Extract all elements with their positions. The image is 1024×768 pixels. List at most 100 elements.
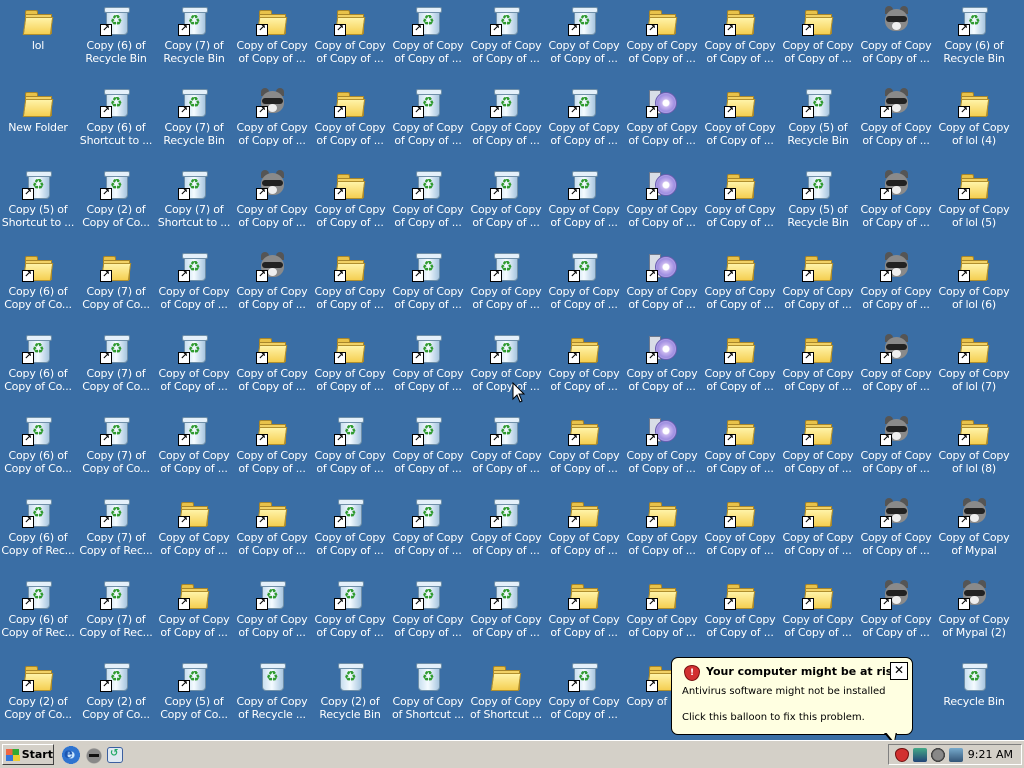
desktop-icon[interactable]: ↗ Copy of Copy of Copy of ... xyxy=(312,246,388,318)
desktop-icon[interactable]: ♻ ↗ Copy of Copy of Copy of ... xyxy=(468,574,544,646)
desktop-icon[interactable]: ♻ ↗ Copy (7) of Copy of Rec... xyxy=(78,574,154,646)
volume-icon[interactable] xyxy=(931,748,945,762)
desktop-icon[interactable]: ↗ Copy of Copy of Copy of ... xyxy=(156,574,232,646)
desktop-icon[interactable]: ♻ ↗ Copy (6) of Copy of Co... xyxy=(0,328,76,400)
desktop-icon[interactable]: ♻↗ Copy (7) of Recycle Bin (5) xyxy=(156,0,232,72)
desktop-icon[interactable]: ♻ ↗ Copy of Copy of Copy of ... xyxy=(468,164,544,236)
desktop-icon[interactable]: ↗ Copy of Copy of lol (7) xyxy=(936,328,1012,400)
desktop-icon[interactable]: ♻ ↗ Copy of Copy of Copy of ... xyxy=(234,574,310,646)
desktop-icon[interactable]: ↗ Copy of Copy of Copy of ... xyxy=(312,164,388,236)
desktop-icon[interactable]: ↗ Copy of Copy of Copy of ... xyxy=(702,246,778,318)
desktop-icon[interactable]: ♻ ↗ Copy (2) of Copy of Co... xyxy=(78,164,154,236)
desktop-icon[interactable]: ↗ Copy of Copy of Copy of ... xyxy=(234,410,310,482)
desktop-icon[interactable]: ↗ Copy of Copy of Copy of ... xyxy=(546,328,622,400)
network-icon[interactable] xyxy=(913,748,927,762)
desktop-icon[interactable]: ↗ Copy of Copy of Copy of ... xyxy=(858,246,934,318)
desktop-icon[interactable]: ↗ Copy of Copy of lol (5) xyxy=(936,164,1012,236)
desktop-icon[interactable]: ♻ Copy of Copy of Recycle ... xyxy=(234,656,310,728)
desktop-icon[interactable]: ♻ ↗ Copy of Copy of Copy of ... xyxy=(156,246,232,318)
desktop-icon[interactable]: ♻ ↗ Copy of Copy of Copy of ... xyxy=(468,492,544,564)
desktop-icon[interactable]: ↗ Copy of Copy of Copy of ... xyxy=(702,410,778,482)
desktop-icon[interactable]: ↗ Copy of Copy of Copy of ... xyxy=(624,328,700,400)
desktop-icon[interactable]: ↗ Copy of Copy of Copy of ... xyxy=(702,574,778,646)
desktop-icon[interactable]: ↗ Copy of Copy of Copy of ... xyxy=(234,328,310,400)
display-icon[interactable] xyxy=(949,748,963,762)
security-balloon-notification[interactable]: ! Your computer might be at risk Antivir… xyxy=(671,657,913,745)
desktop-icon[interactable]: ↗ Copy of Copy of Copy of ... xyxy=(858,82,934,154)
mypal-icon[interactable] xyxy=(85,746,103,764)
desktop-icon[interactable]: ↗ Copy of Copy of Copy of ... xyxy=(858,328,934,400)
desktop-icon[interactable]: ↗ Copy of Copy of Copy of ... xyxy=(702,0,778,72)
desktop-icon[interactable]: ♻↗ Copy (7) of Recycle Bin (6) xyxy=(156,82,232,154)
desktop-icon[interactable]: ↗ Copy of Copy of Copy of ... xyxy=(624,574,700,646)
desktop-icon[interactable]: Copy of Copy of Copy of ... xyxy=(858,0,934,72)
desktop-icon[interactable]: ↗ Copy of Copy of Mypal xyxy=(936,492,1012,564)
desktop-icon[interactable]: ♻ ↗ Copy of Copy of Copy of ... xyxy=(390,328,466,400)
desktop-icon[interactable]: ♻ ↗ Copy (7) of Copy of Rec... xyxy=(78,492,154,564)
desktop-icon[interactable]: ♻ ↗ Copy of Copy of Copy of ... xyxy=(156,328,232,400)
desktop-icon[interactable]: New Folder xyxy=(0,82,76,154)
desktop-icon[interactable]: ↗ Copy of Copy of Mypal (2) xyxy=(936,574,1012,646)
desktop-icon[interactable]: ♻ ↗ Copy (6) of Shortcut to ... xyxy=(78,82,154,154)
desktop-icon[interactable]: ♻ ↗ Copy of Copy of Copy of ... xyxy=(390,0,466,72)
desktop-icon[interactable]: ↗ Copy of Copy of Copy of ... xyxy=(312,82,388,154)
desktop-icon[interactable]: ♻ ↗ Copy (7) of Copy of Co... xyxy=(78,328,154,400)
desktop-icon[interactable]: ♻ ↗ Copy (5) of Copy of Co... xyxy=(156,656,232,728)
desktop-icon[interactable]: ♻ ↗ Copy of Copy of Copy of ... xyxy=(156,410,232,482)
desktop-icon[interactable]: ↗ Copy (2) of Copy of Co... xyxy=(0,656,76,728)
desktop-icon[interactable]: ♻↗ Copy (5) of Recycle Bin (6) xyxy=(780,82,856,154)
desktop-icon[interactable]: ↗ Copy of Copy of lol (6) xyxy=(936,246,1012,318)
desktop-icon[interactable]: ↗ Copy of Copy of Copy of ... xyxy=(780,574,856,646)
desktop-icon[interactable]: ♻ ↗ Copy of Copy of Copy of ... xyxy=(468,246,544,318)
desktop-icon[interactable]: ↗ Copy of Copy of Copy of ... xyxy=(858,164,934,236)
desktop-icon[interactable]: ↗ Copy of Copy of Copy of ... xyxy=(234,492,310,564)
desktop-icon[interactable]: ↗ Copy of Copy of Copy of ... xyxy=(624,164,700,236)
desktop-icon[interactable]: ♻ ↗ Copy of Copy of Copy of ... xyxy=(546,164,622,236)
desktop-icon[interactable]: ↗ Copy of Copy of Copy of ... xyxy=(312,0,388,72)
desktop-icon[interactable]: ↗ Copy of Copy of Copy of ... xyxy=(234,82,310,154)
desktop-icon[interactable]: ♻ ↗ Copy of Copy of Copy of ... xyxy=(468,328,544,400)
desktop-icon[interactable]: ↗ Copy of Copy of Copy of ... xyxy=(546,410,622,482)
desktop-icon[interactable]: ♻ ↗ Copy (7) of Shortcut to ... xyxy=(156,164,232,236)
desktop-icon[interactable]: ↗ Copy of Copy of Copy of ... xyxy=(156,492,232,564)
desktop-icon[interactable]: ↗ Copy of Copy of Copy of ... xyxy=(546,492,622,564)
desktop-icon[interactable]: ↗ Copy of Copy of lol (8) xyxy=(936,410,1012,482)
desktop-icon[interactable]: ♻ ↗ Copy of Copy of Copy of ... xyxy=(390,574,466,646)
show-desktop-icon[interactable]: ↺ xyxy=(107,747,123,763)
desktop-icon[interactable]: ↗ Copy of Copy of Copy of ... xyxy=(702,164,778,236)
desktop-icon[interactable]: ♻ ↗ Copy of Copy of Copy of ... xyxy=(390,164,466,236)
desktop-icon[interactable]: ♻ Recycle Bin xyxy=(936,656,1012,728)
desktop-icon[interactable]: ♻ ↗ Copy of Copy of Copy of ... xyxy=(390,410,466,482)
desktop-icon[interactable]: ↗ Copy of Copy of Copy of ... xyxy=(858,410,934,482)
desktop-icon[interactable]: ♻↗ Copy (6) of Recycle Bin (5) xyxy=(78,0,154,72)
desktop-icon[interactable]: ↗ Copy of Copy of Copy of ... xyxy=(780,0,856,72)
desktop-icon[interactable]: ↗ Copy of Copy of Copy of ... xyxy=(780,328,856,400)
desktop-icon[interactable]: ↗ Copy (6) of Copy of Co... xyxy=(0,246,76,318)
desktop-icon[interactable]: ♻↗ Copy (5) of Recycle Bin (5) xyxy=(780,164,856,236)
desktop-icon[interactable]: ↗ Copy of Copy of Copy of ... xyxy=(234,246,310,318)
desktop-icon[interactable]: ↗ Copy of Copy of Copy of ... xyxy=(312,328,388,400)
security-shield-icon[interactable] xyxy=(895,748,909,762)
desktop-icon[interactable]: ♻ ↗ Copy of Copy of Copy of ... xyxy=(390,246,466,318)
desktop-icon[interactable]: Copy of Copy of Shortcut ... xyxy=(468,656,544,728)
desktop-icon[interactable]: ♻ Copy (2) of Recycle Bin (6) xyxy=(312,656,388,728)
desktop-icon[interactable]: ↗ Copy of Copy of Copy of ... xyxy=(624,82,700,154)
desktop-icon[interactable]: ↗ Copy of Copy of Copy of ... xyxy=(702,328,778,400)
desktop-icon[interactable]: ↗ Copy of Copy of Copy of ... xyxy=(546,574,622,646)
start-button[interactable]: Start xyxy=(2,744,54,765)
desktop-icon[interactable]: ♻ ↗ Copy of Copy of Copy of ... xyxy=(390,492,466,564)
desktop-icon[interactable]: ↗ Copy of Copy of Copy of ... xyxy=(858,492,934,564)
desktop-icon[interactable]: ♻ ↗ Copy (6) of Copy of Rec... xyxy=(0,492,76,564)
desktop-icon[interactable]: ↗ Copy of Copy of Copy of ... xyxy=(234,0,310,72)
desktop-icon[interactable]: ↗ Copy of Copy of Copy of ... xyxy=(624,0,700,72)
desktop-icon[interactable]: ♻ ↗ Copy of Copy of Copy of ... xyxy=(546,82,622,154)
internet-explorer-icon[interactable]: e xyxy=(62,746,80,764)
desktop-icon[interactable]: ♻ ↗ Copy of Copy of Copy of ... xyxy=(312,492,388,564)
balloon-action-text[interactable]: Click this balloon to fix this problem. xyxy=(682,712,865,723)
desktop-icon[interactable]: ↗ Copy of Copy of Copy of ... xyxy=(780,492,856,564)
desktop-icon[interactable]: ↗ Copy of Copy of Copy of ... xyxy=(234,164,310,236)
desktop-icon[interactable]: ↗ Copy of Copy of Copy of ... xyxy=(702,492,778,564)
desktop-icon[interactable]: ♻ ↗ Copy of Copy of Copy of ... xyxy=(468,0,544,72)
desktop-icon[interactable]: ♻ ↗ Copy of Copy of Copy of ... xyxy=(468,82,544,154)
desktop-icon[interactable]: ↗ Copy of Copy of lol (4) xyxy=(936,82,1012,154)
